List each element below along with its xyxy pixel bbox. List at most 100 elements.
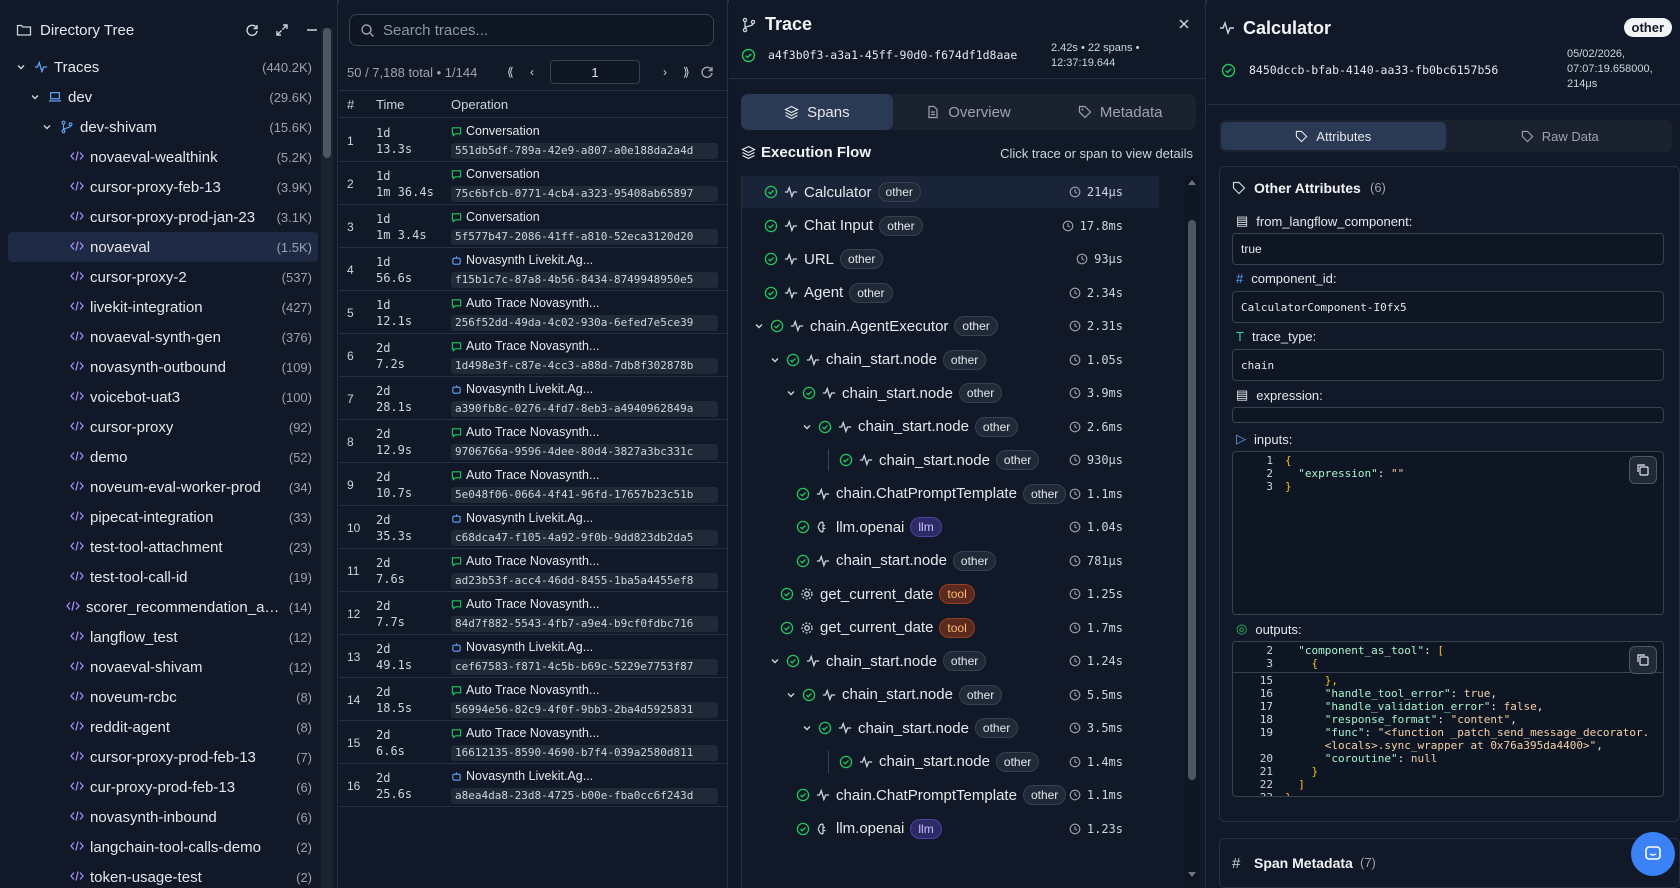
prev-page-button[interactable]: ‹ (530, 65, 534, 79)
tree-item[interactable]: cur-proxy-prod-feb-13 (6) (8, 772, 318, 802)
next-page-button[interactable]: › (663, 65, 667, 79)
span-row[interactable]: chain.ChatPromptTemplate other 1.1ms (796, 780, 1159, 810)
refresh-icon[interactable] (700, 65, 714, 79)
copy-icon[interactable] (1629, 646, 1657, 674)
span-row[interactable]: chain_start.node other 930μs (828, 445, 1159, 475)
span-row[interactable]: Chat Input other 17.8ms (764, 211, 1159, 241)
tree-item[interactable]: novaeval-synth-gen (376) (8, 322, 318, 352)
tree-item[interactable]: voicebot-uat3 (100) (8, 382, 318, 412)
tree-scroll-thumb[interactable] (323, 28, 331, 158)
table-row[interactable]: 12 2d 7.7s Auto Trace Novasynth... 84d7f8… (339, 592, 727, 635)
table-row[interactable]: 11 2d 7.6s Auto Trace Novasynth... ad23b5… (339, 549, 727, 592)
table-row[interactable]: 2 1d 1m 36.4s Conversation 75c6bfcb-0771-… (339, 162, 727, 205)
chevron-down-icon[interactable] (42, 122, 52, 132)
tree-item[interactable]: cursor-proxy-2 (537) (8, 262, 318, 292)
tree-item[interactable]: token-usage-test (2) (8, 862, 318, 888)
chevron-down-icon[interactable] (770, 656, 780, 666)
span-row[interactable]: chain_start.node other 1.24s (770, 646, 1159, 676)
chevron-down-icon[interactable] (802, 422, 812, 432)
flow-scroll-thumb[interactable] (1188, 220, 1196, 780)
tree-item[interactable]: reddit-agent (8) (8, 712, 318, 742)
tree-item[interactable]: pipecat-integration (33) (8, 502, 318, 532)
chevron-down-icon[interactable] (1187, 871, 1197, 879)
tree-item[interactable]: novaeval-wealthink (5.2K) (8, 142, 318, 172)
chat-support-button[interactable] (1631, 832, 1675, 876)
span-row[interactable]: chain_start.node other 3.5ms (802, 713, 1159, 743)
tree-item[interactable]: test-tool-call-id (19) (8, 562, 318, 592)
span-row[interactable]: get_current_date tool 1.25s (780, 579, 1159, 609)
span-row[interactable]: chain_start.node other 1.05s (770, 345, 1159, 375)
page-number-input[interactable] (550, 60, 640, 84)
attr-value-component-id[interactable]: CalculatorComponent-I0fx5 (1232, 291, 1664, 323)
last-page-button[interactable]: ⟫ (683, 65, 690, 79)
attr-value-trace-type[interactable]: chain (1232, 349, 1664, 381)
chevron-down-icon[interactable] (30, 92, 40, 102)
tree-item[interactable]: test-tool-attachment (23) (8, 532, 318, 562)
tree-item[interactable]: dev-shivam (15.6K) (8, 112, 318, 142)
flow-scrollbar[interactable] (1185, 176, 1199, 881)
refresh-icon[interactable] (241, 19, 263, 41)
span-row[interactable]: chain_start.node other 781μs (796, 546, 1159, 576)
span-row[interactable]: Agent other 2.34s (764, 278, 1159, 308)
table-row[interactable]: 15 2d 6.6s Auto Trace Novasynth... 166121… (339, 721, 727, 764)
tree-item[interactable]: langflow_test (12) (8, 622, 318, 652)
tree-item[interactable]: langchain-tool-calls-demo (2) (8, 832, 318, 862)
first-page-button[interactable]: ⟪ (507, 65, 514, 79)
copy-icon[interactable] (1629, 456, 1657, 484)
minimize-icon[interactable] (301, 19, 323, 41)
span-row[interactable]: chain.AgentExecutor other 2.31s (754, 311, 1159, 341)
close-icon[interactable] (1177, 17, 1191, 31)
chevron-up-icon[interactable] (1187, 178, 1197, 186)
table-row[interactable]: 7 2d 28.1s Novasynth Livekit.Ag... a390fb… (339, 377, 727, 420)
span-row[interactable]: chain_start.node other 3.9ms (786, 378, 1159, 408)
span-metadata-card[interactable]: # Span Metadata (7) (1219, 838, 1680, 888)
chevron-down-icon[interactable] (16, 62, 26, 72)
tab-overview[interactable]: Overview (893, 94, 1045, 130)
tree-item[interactable]: novaeval-shivam (12) (8, 652, 318, 682)
tree-scrollbar[interactable] (321, 28, 333, 888)
tree-item[interactable]: cursor-proxy-prod-jan-23 (3.1K) (8, 202, 318, 232)
tree-item[interactable]: noveum-rcbc (8) (8, 682, 318, 712)
span-row[interactable]: get_current_date tool 1.7ms (780, 613, 1159, 643)
table-row[interactable]: 3 1d 1m 3.4s Conversation 5f577b47-2086-4… (339, 205, 727, 248)
tree-item[interactable]: cursor-proxy-feb-13 (3.9K) (8, 172, 318, 202)
span-row[interactable]: chain_start.node other 2.6ms (802, 412, 1159, 442)
tab-metadata[interactable]: Metadata (1044, 94, 1196, 130)
table-row[interactable]: 16 2d 25.6s Novasynth Livekit.Ag... a8ea4… (339, 764, 727, 807)
expand-icon[interactable] (271, 19, 293, 41)
table-row[interactable]: 9 2d 10.7s Auto Trace Novasynth... 5e048f… (339, 463, 727, 506)
table-row[interactable]: 6 2d 7.2s Auto Trace Novasynth... 1d498e3… (339, 334, 727, 377)
tree-item[interactable]: cursor-proxy-prod-feb-13 (7) (8, 742, 318, 772)
tree-item[interactable]: scorer_recommendation_a… (14) (8, 592, 318, 622)
tree-item[interactable]: cursor-proxy (92) (8, 412, 318, 442)
table-row[interactable]: 10 2d 35.3s Novasynth Livekit.Ag... c68dc… (339, 506, 727, 549)
span-row[interactable]: Calculator other 214μs (764, 177, 1159, 207)
tree-item[interactable]: novasynth-outbound (109) (8, 352, 318, 382)
span-row[interactable]: llm.openai llm 1.04s (796, 512, 1159, 542)
chevron-down-icon[interactable] (770, 355, 780, 365)
table-row[interactable]: 13 2d 49.1s Novasynth Livekit.Ag... cef67… (339, 635, 727, 678)
table-row[interactable]: 4 1d 56.6s Novasynth Livekit.Ag... f15b1c… (339, 248, 727, 291)
span-row[interactable]: chain_start.node other 5.5ms (786, 680, 1159, 710)
tab-attributes[interactable]: Attributes (1221, 122, 1446, 150)
tree-item[interactable]: dev (29.6K) (8, 82, 318, 112)
table-row[interactable]: 5 1d 12.1s Auto Trace Novasynth... 256f52… (339, 291, 727, 334)
table-row[interactable]: 8 2d 12.9s Auto Trace Novasynth... 970676… (339, 420, 727, 463)
tree-item[interactable]: novaeval (1.5K) (8, 232, 318, 262)
tree-item[interactable]: demo (52) (8, 442, 318, 472)
search-input[interactable] (383, 21, 683, 39)
table-row[interactable]: 14 2d 18.5s Auto Trace Novasynth... 56994… (339, 678, 727, 721)
span-row[interactable]: URL other 93μs (764, 244, 1159, 274)
span-row[interactable]: chain_start.node other 1.4ms (828, 747, 1159, 777)
tab-spans[interactable]: Spans (741, 94, 893, 130)
tree-item[interactable]: Traces (440.2K) (8, 52, 318, 82)
tab-raw-data[interactable]: Raw Data (1448, 120, 1673, 152)
span-row[interactable]: chain.ChatPromptTemplate other 1.1ms (796, 479, 1159, 509)
chevron-down-icon[interactable] (786, 690, 796, 700)
attr-value-expression[interactable] (1232, 407, 1664, 423)
attr-value-from-langflow[interactable]: true (1232, 233, 1664, 265)
table-row[interactable]: 1 1d 13.3s Conversation 551db5df-789a-42e… (339, 119, 727, 162)
tree-item[interactable]: livekit-integration (427) (8, 292, 318, 322)
chevron-down-icon[interactable] (802, 723, 812, 733)
search-box[interactable] (349, 14, 714, 46)
